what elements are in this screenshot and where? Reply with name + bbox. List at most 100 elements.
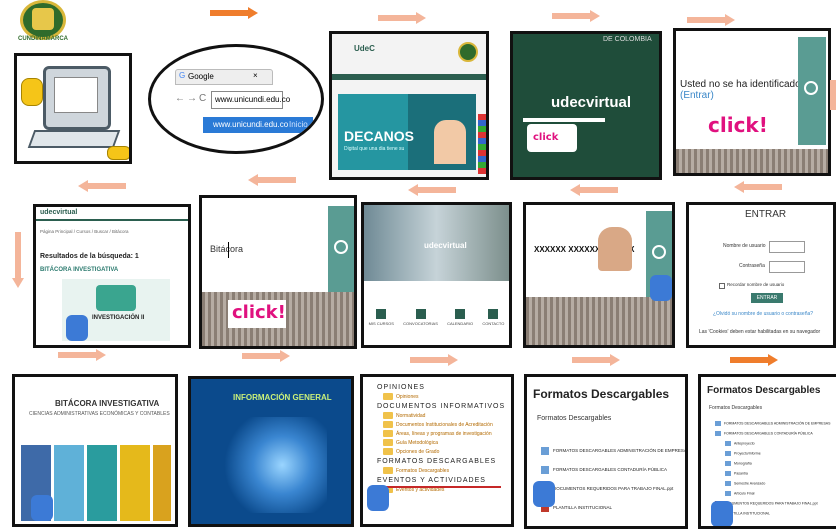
tree-item[interactable]: FORMATOS DESCARGABLES ADMINISTRACIÓN DE … [715,421,836,426]
bitacora-investigativa-panel: BITÁCORA INVESTIGATIVA CIENCIAS ADMINIST… [12,374,178,527]
menu-item-label: FORMATOS DESCARGABLES [377,458,497,465]
search-query[interactable]: Bitácora [210,244,243,254]
login-button[interactable]: ENTRAR [751,293,783,303]
tree-item-label: FORMATOS DESCARGABLES CONTADURÍA PÚBLICA [724,431,813,436]
username-field[interactable] [769,241,805,253]
menu-item[interactable]: Áreas, líneas y programas de investigaci… [383,430,511,437]
address-bar[interactable]: www.unicundi.edu.co [211,91,290,109]
menu-item[interactable]: Formatos Descargables [383,467,511,474]
tab-title: Google [188,72,214,81]
arrow-left-1 [78,180,126,192]
tree-item[interactable]: Anteproyecto [725,441,836,446]
arrow-left-5 [734,181,782,193]
menu-section-header[interactable]: OPINIONES [377,384,511,391]
folder-icon [383,467,393,474]
formatos-item[interactable]: FORMATOS DESCARGABLES ADMINISTRACIÓN DE … [541,447,685,455]
nav-item-convocatorias[interactable]: CONVOCATORIAS [403,309,438,345]
brand: udecvirtual [40,209,78,216]
decanos-banner[interactable]: DECANOS Digital que una dia tiene su [338,94,476,170]
stripes-decoration [676,149,828,173]
search-button[interactable] [328,206,354,292]
password-label: Contraseña [739,263,765,269]
tree-item[interactable]: Semestre Avanzado [725,481,836,486]
menu-item[interactable]: Normatividad [383,412,511,419]
tree-item[interactable]: Monografía [725,461,836,466]
back-icon[interactable]: ← [175,93,185,104]
menu-item[interactable]: Opciones de Grado [383,448,511,455]
login-link[interactable]: (Entrar) [680,90,714,101]
remember-checkbox[interactable] [719,283,725,289]
menu-item-label: EVENTOS Y ACTIVIDADES [377,477,486,484]
banner-title: DECANOS [344,128,415,144]
menu-item-label: Formatos Descargables [396,467,450,474]
tree-title: Formatos Descargables [707,385,821,396]
autocomplete-suggestion[interactable]: www.unicundi.edu.co Inicio [203,117,313,133]
contact-icon [488,309,499,319]
formatos-item[interactable]: PLANTILLA INSTITUCIONAL [541,504,685,512]
folder-icon [383,439,393,446]
tree-item[interactable]: PLANTILLA INSTITUCIONAL [715,511,836,516]
search-icon [804,81,818,95]
click-box: click! [228,300,286,328]
formatos-tree-panel: Formatos Descargables Formatos Descargab… [698,374,836,529]
nav-item-contact[interactable]: CONTACTO [482,309,504,345]
click-small-label: click [533,132,559,143]
arrow-right-4 [687,14,735,26]
menu-item-label: Áreas, líneas y programas de investigaci… [396,430,492,437]
browser-tab[interactable]: G Google [175,69,273,85]
pointer-hand-icon [31,495,53,521]
google-icon: G [179,71,186,80]
menu-item-label: Documentos Institucionales de Acreditaci… [396,421,493,428]
menu-item[interactable]: Opiniones [383,393,511,400]
login-form-panel: ENTRAR Nombre de usuario Contraseña Reco… [686,202,836,348]
course-menu-panel: OPINIONES Opiniones DOCUMENTOS INFORMATIVO… [360,374,514,527]
search-icon [652,245,666,259]
computer-cartoon-panel [14,53,132,164]
click-callout[interactable]: click [527,124,577,152]
highlight-underline [383,486,501,488]
udecvirtual-home-panel: udecvirtual MIS CURSOS CONVOCATORIAS CAL… [361,202,512,348]
arrow-left-2 [248,174,296,186]
formatos-item[interactable]: DOCUMENTOS REQUERIDOS PARA TRABAJO FINAL… [541,485,685,493]
reload-icon[interactable]: C [199,93,206,104]
tree-item-label: Monografía [734,461,752,466]
arrow-right-9 [730,354,778,366]
close-tab-icon[interactable]: × [253,71,258,80]
text-cursor [228,242,229,258]
search-button[interactable] [798,37,826,145]
info-title: INFORMACIÓN GENERAL [233,393,332,402]
formatos-item-label: FORMATOS DESCARGABLES CONTADURÍA PÚBLICA [553,467,668,473]
tree-item-label: Pasantía [734,471,748,476]
tree-item-label: FORMATOS DESCARGABLES ADMINISTRACIÓN DE … [724,421,831,426]
pointer-hand-icon [367,485,389,511]
nav-item-calendar[interactable]: CALENDARIO [447,309,473,345]
breadcrumb[interactable]: Página Principal / Cursos / Buscar / Bit… [40,229,129,234]
menu-section-header[interactable]: FORMATOS DESCARGABLES [377,458,511,465]
arrow-right-5 [58,349,106,361]
forward-icon[interactable]: → [187,93,197,104]
result-link[interactable]: BITÁCORA INVESTIGATIVA [40,267,118,273]
menu-section-header[interactable]: DOCUMENTOS INFORMATIVOS [377,403,511,410]
formatos-item[interactable]: FORMATOS DESCARGABLES CONTADURÍA PÚBLICA [541,466,685,474]
formatos-item-label: DOCUMENTOS REQUERIDOS PARA TRABAJO FINAL… [553,486,674,492]
arrow-right-8 [572,354,620,366]
menu-item[interactable]: Guía Metodológica [383,439,511,446]
search-results-panel: udecvirtual Página Principal / Cursos / … [33,204,191,348]
menu-section-header[interactable]: EVENTOS Y ACTIVIDADES [377,477,511,484]
tree-item[interactable]: Artículo Final [725,491,836,496]
arrow-right-7 [410,354,458,366]
social-icons[interactable] [478,114,486,174]
nav-item-courses[interactable]: MIS CURSOS [369,309,394,345]
folder-icon [725,451,731,456]
forgot-link[interactable]: ¿Olvidó su nombre de usuario o contraseñ… [713,311,813,317]
tree-item[interactable]: Proyecto/Informe [725,451,836,456]
menu-item[interactable]: Documentos Institucionales de Acreditaci… [383,421,511,428]
password-field[interactable] [769,261,805,273]
yellow-hand-icon [21,78,43,106]
folder-icon [383,412,393,419]
folder-icon [725,491,731,496]
tree-item[interactable]: FORMATOS DESCARGABLES CONTADURÍA PÚBLICA [715,431,836,436]
tree-item[interactable]: DOCUMENTOS REQUERIDOS PARA TRABAJO FINAL… [715,501,836,506]
decanos-website-panel: UdeC DECANOS Digital que una dia tiene s… [329,31,489,180]
tree-item[interactable]: Pasantía [725,471,836,476]
